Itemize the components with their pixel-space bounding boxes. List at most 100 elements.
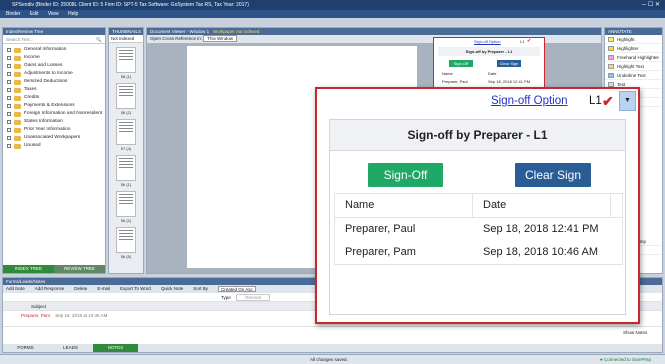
search-icon: 🔍 <box>96 37 102 42</box>
clear-sign-button[interactable]: Clear Sign <box>515 163 591 187</box>
sort-by-label: Sort By <box>193 286 208 291</box>
mini-row-name: Preparer, Paul <box>442 79 468 84</box>
mini-col-date: Date <box>488 71 497 76</box>
add-response-button[interactable]: Add Response <box>35 286 65 292</box>
dropdown-toggle[interactable]: ▼ <box>619 91 636 111</box>
thumbnail[interactable]: 57 (4) <box>109 119 143 151</box>
index-tabs: INDEX TREE REVIEW TREE <box>3 265 105 273</box>
status-bar: All changes saved. ● Connected to SurePr… <box>0 354 665 364</box>
tab-index-tree[interactable]: INDEX TREE <box>3 265 54 273</box>
folder-icon <box>14 47 21 53</box>
checkmark-icon: ✔ <box>602 93 614 109</box>
signoff-date: Sep 18, 2018 12:41 PM <box>483 223 599 235</box>
tab-leads[interactable]: LEADS <box>48 344 93 352</box>
mini-level: L1 <box>520 39 525 44</box>
mini-signoff-button[interactable]: Sign-Off <box>449 60 473 67</box>
save-status: All changes saved. <box>310 357 348 362</box>
signoff-button[interactable]: Sign-Off <box>368 163 443 187</box>
note-date: Sep 18, 2018 at 10:46 AM <box>55 313 108 318</box>
note-author: Preparer, Pam <box>21 313 51 318</box>
thumbnail[interactable]: 56 (1) <box>109 155 143 187</box>
signoff-card: Sign-off by Preparer - L1 Sign-Off Clear… <box>329 119 626 315</box>
signoff-popup: Sign-off Option L1 ✔ ▼ Sign-off by Prepa… <box>315 87 640 324</box>
menu-help[interactable]: Help <box>68 11 78 17</box>
mini-signoff-option[interactable]: Sign-off Option <box>474 39 501 44</box>
index-panel-header: Index/Review Tree <box>3 28 105 35</box>
tab-forms[interactable]: FORMS <box>3 344 48 352</box>
folder-icon <box>14 55 21 61</box>
signoff-level: L1 <box>589 95 602 107</box>
tree-item[interactable]: Credits <box>3 94 105 102</box>
notes-tabs: FORMS LEADS NOTES <box>3 344 662 352</box>
tree-item[interactable]: Gains and Losses <box>3 62 105 70</box>
annotate-item[interactable]: Highlight Text <box>605 62 662 71</box>
folder-icon <box>14 143 21 149</box>
signer-name: Preparer, Pam <box>345 246 416 258</box>
signer-name: Preparer, Paul <box>345 223 416 235</box>
signoff-table: Name Date Preparer, Paul Sep 18, 2018 12… <box>334 193 623 265</box>
tree-item[interactable]: Foreign Information and Nonresident <box>3 110 105 118</box>
date-column-header: Date <box>483 199 507 211</box>
annotate-item[interactable]: Highlighter <box>605 44 662 53</box>
folder-icon <box>14 119 21 125</box>
folder-icon <box>14 79 21 85</box>
search-input[interactable]: Search Text... 🔍 <box>3 35 105 44</box>
menu-bar: Binder Edit View Help <box>0 10 665 18</box>
mini-check-icon: ✔ <box>527 38 532 44</box>
tree-item[interactable]: Payments & Extensions <box>3 102 105 110</box>
tree-item[interactable]: Prior Year Information <box>3 126 105 134</box>
tree-item[interactable]: Unused <box>3 142 105 150</box>
connection-status: ● Connected to SurePrep <box>600 357 651 362</box>
type-label: Type <box>221 295 231 300</box>
menu-view[interactable]: View <box>48 11 59 17</box>
sort-by-select[interactable]: Created On Asc <box>217 286 256 292</box>
annotate-item[interactable]: Freehand Highlighter <box>605 53 662 62</box>
tab-review-tree[interactable]: REVIEW TREE <box>54 265 105 273</box>
mini-col-name: Name <box>442 71 453 76</box>
tree-item[interactable]: Unassociated Workpapers <box>3 134 105 142</box>
thumbnails-panel: THUMBNAILS Not Indexed 58 (1) 58 (2) 57 … <box>108 27 144 274</box>
thumbnail[interactable]: 56 (2) <box>109 191 143 223</box>
menu-edit[interactable]: Edit <box>30 11 39 17</box>
thumbnail[interactable]: 56 (5) <box>109 227 143 259</box>
tree-item[interactable]: Income <box>3 54 105 62</box>
tree-item[interactable]: States Information <box>3 118 105 126</box>
export-word-button[interactable]: Export To Word <box>120 286 151 292</box>
viewer-tab[interactable]: Workpaper not indexed <box>213 29 259 34</box>
annotate-item[interactable]: Underline Text <box>605 71 662 80</box>
thumbnail[interactable]: 58 (2) <box>109 83 143 115</box>
window-controls[interactable]: ─ ☐ ✕ <box>642 1 660 8</box>
add-note-button[interactable]: Add Note <box>6 286 25 292</box>
mini-row-date: Sep 18, 2018 12:41 PM <box>488 79 531 84</box>
tree-item[interactable]: Itemized Deductions <box>3 78 105 86</box>
annotate-item[interactable]: Highlight <box>605 35 662 44</box>
tree-item[interactable]: Adjustments to Income <box>3 70 105 78</box>
table-header: Name Date <box>335 194 622 218</box>
signoff-option-link[interactable]: Sign-off Option <box>491 95 568 107</box>
mini-title: Sign-off by Preparer - L1 <box>438 47 540 56</box>
window-title-bar: SPSendiv (Binder ID: 25008L Client ID: 5… <box>0 0 665 10</box>
email-button[interactable]: E-mail <box>97 286 110 292</box>
thumbnail[interactable]: 58 (1) <box>109 47 143 79</box>
tree-item[interactable]: General Information <box>3 46 105 54</box>
show-notes-toggle[interactable]: Show Notes <box>623 330 647 335</box>
index-panel: Index/Review Tree Search Text... 🔍 Genera… <box>2 27 106 274</box>
folder-icon <box>14 127 21 133</box>
tree-item[interactable]: Taxes <box>3 86 105 94</box>
table-row: Preparer, Paul Sep 18, 2018 12:41 PM <box>335 218 622 241</box>
viewer-header: Document Viewer - Window 1 Workpaper not… <box>147 28 601 35</box>
thumbnails-header: THUMBNAILS <box>109 28 143 35</box>
mini-clear-button[interactable]: Clear Sign <box>497 60 521 67</box>
index-tree: General Information Income Gains and Los… <box>3 44 105 150</box>
tab-notes[interactable]: NOTES <box>93 344 138 352</box>
folder-icon <box>14 87 21 93</box>
cross-reference-select[interactable]: This Window <box>203 35 238 42</box>
type-select[interactable]: General <box>236 294 271 301</box>
menu-binder[interactable]: Binder <box>6 11 20 17</box>
thumbnail-filter[interactable]: Not Indexed <box>109 35 143 43</box>
popup-header: Sign-off Option L1 ✔ ▼ <box>317 89 638 115</box>
quick-note-button[interactable]: Quick Note <box>161 286 183 292</box>
folder-icon <box>14 71 21 77</box>
folder-icon <box>14 63 21 69</box>
delete-button[interactable]: Delete <box>74 286 87 292</box>
